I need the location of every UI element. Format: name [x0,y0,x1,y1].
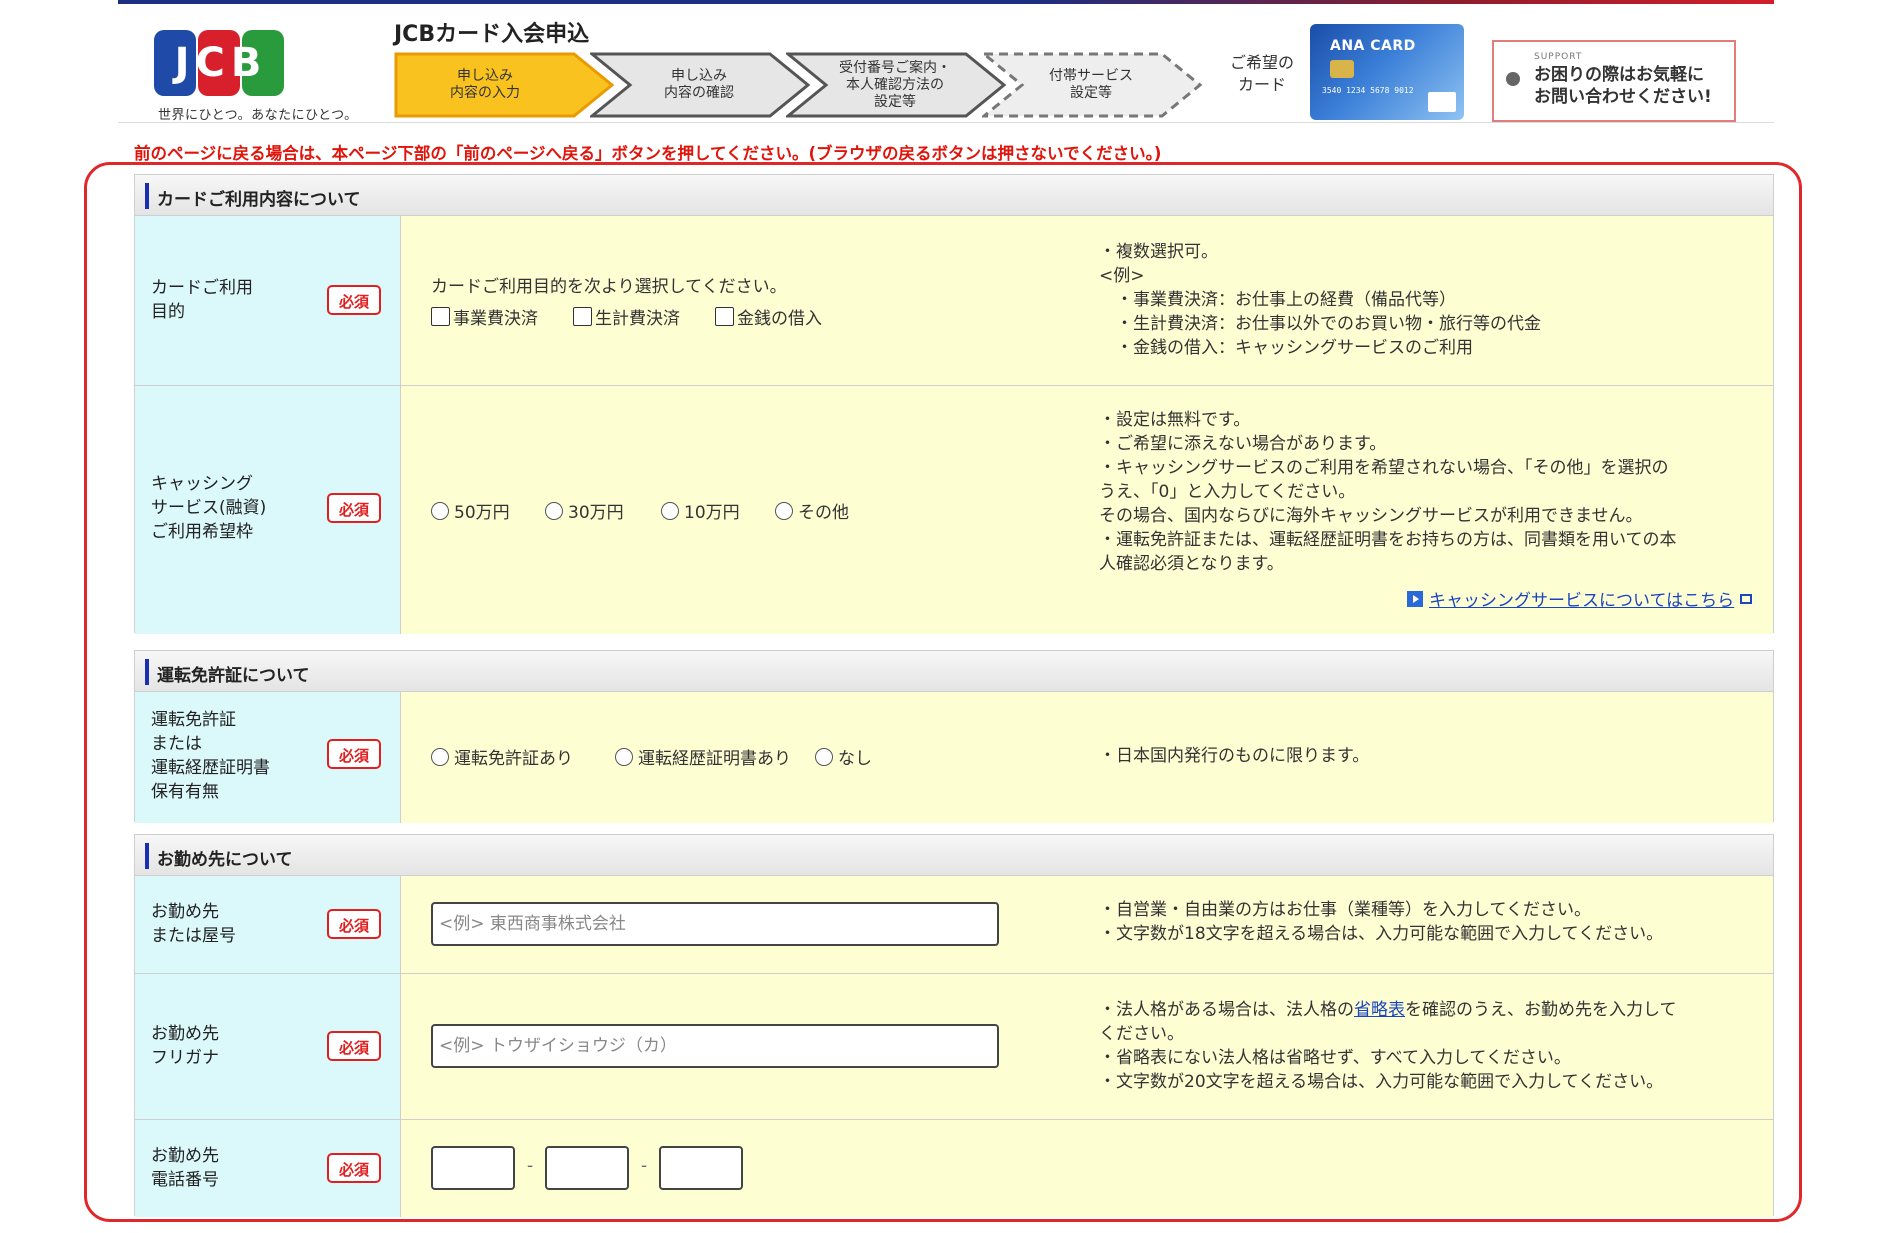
card-chip-icon [1330,60,1354,78]
row-label-cell: キャッシング サービス(融資) ご利用希望枠 必須 [135,386,401,634]
row-label-cell: カードご利用 目的 必須 [135,216,401,385]
section-title: カードご利用内容について [157,190,361,210]
row-label-cell: お勤め先 または屋号 必須 [135,876,401,973]
phone-part-1-input[interactable] [431,1146,515,1190]
step-4-label: 付帯サービス 設定等 [1049,68,1133,101]
purpose-note: ・複数選択可。 <例> ・事業費決済：お仕事上の経費（備品代等） ・生計費決済：… [1099,242,1541,358]
workplace-kana-note: ・法人格がある場合は、法人格の省略表を確認のうえ、お勤め先を入力して ください。… [1099,1000,1677,1092]
step-3-label: 受付番号ご案内・ 本人確認方法の 設定等 [839,59,951,110]
row-cashing-limit: キャッシング サービス(融資) ご利用希望枠 必須 50万円 30万円 10万円… [135,385,1773,634]
radio-300k[interactable]: 30万円 [545,498,624,523]
row-label-cell: お勤め先 フリガナ 必須 [135,974,401,1119]
row-license-ownership: 運転免許証 または 運転経歴証明書 保有有無 必須 運転免許証あり 運転経歴証明… [135,691,1773,823]
row-field-cell: 運転免許証あり 運転経歴証明書あり なし ・日本国内発行のものに限ります。 [401,692,1773,823]
checkbox-borrowing[interactable]: 金銭の借入 [715,304,822,329]
ana-card-image: ANA CARD 3540 1234 5678 9012 [1310,24,1464,120]
section-accent-bar [145,843,149,869]
section-header: お勤め先について [135,835,1773,876]
row-field-cell: ・自営業・自由業の方はお仕事（業種等）を入力してください。 ・文字数が18文字を… [401,876,1773,973]
phone-part-3-input[interactable] [659,1146,743,1190]
step-indicator: 申し込み 内容の入力 申し込み 内容の確認 受付番号ご案内・ 本人確認方法の 設… [394,52,1203,122]
section-title: 運転免許証について [157,666,310,686]
checkbox-business-expense[interactable]: 事業費決済 [431,304,538,329]
license-note: ・日本国内発行のものに限ります。 [1099,746,1370,766]
field-label: カードご利用 目的 [151,278,253,322]
radio-circle[interactable] [431,501,449,520]
tagline: 世界にひとつ。あなたにひとつ。 [158,108,358,123]
required-badge: 必須 [327,1031,381,1061]
row-field-cell: 50万円 30万円 10万円 その他 ・設定は無料です。 ・ご希望に添えない場合… [401,386,1773,634]
required-badge: 必須 [327,739,381,769]
jcb-mini-logo-icon [1428,92,1456,112]
card-number: 3540 1234 5678 9012 [1322,86,1414,95]
required-badge: 必須 [327,909,381,939]
radio-other[interactable]: その他 [775,498,849,523]
phone-part-2-input[interactable] [545,1146,629,1190]
step-2-label: 申し込み 内容の確認 [664,68,734,101]
workplace-name-note: ・自営業・自由業の方はお仕事（業種等）を入力してください。 ・文字数が18文字を… [1099,900,1664,944]
app-title: JCBカード入会申込 [394,22,590,47]
checkbox-living-expense[interactable]: 生計費決済 [573,304,680,329]
radio-none[interactable]: なし [815,744,872,769]
external-window-icon [1740,593,1753,604]
checkbox-box[interactable] [431,307,450,326]
section-card-usage: カードご利用内容について カードご利用 目的 必須 カードご利用目的を次より選択… [134,174,1774,634]
row-workplace-kana: お勤め先 フリガナ 必須 ・法人格がある場合は、法人格の省略表を確認のうえ、お勤… [135,973,1773,1119]
phone-separator: - [527,1156,534,1176]
checkbox-box[interactable] [715,307,734,326]
field-label: お勤め先 電話番号 [151,1146,219,1190]
back-notice: 前のページに戻る場合は、本ページ下部の「前のページへ戻る」ボタンを押してください… [134,144,1162,163]
radio-circle[interactable] [815,747,833,766]
support-small-label: SUPPORT [1534,52,1583,62]
section-header: 運転免許証について [135,651,1773,692]
workplace-name-input[interactable] [431,902,999,946]
checkbox-box[interactable] [573,307,592,326]
link-arrow-icon [1407,590,1423,607]
radio-circle[interactable] [545,501,563,520]
section-workplace: お勤め先について お勤め先 または屋号 必須 ・自営業・自由業の方はお仕事（業種… [134,834,1774,1217]
row-field-cell: カードご利用目的を次より選択してください。 事業費決済 生計費決済 金銭の借入 … [401,216,1773,385]
radio-100k[interactable]: 10万円 [661,498,740,523]
section-accent-bar [145,183,149,209]
required-badge: 必須 [327,1153,381,1183]
row-field-cell: - - [401,1120,1773,1217]
row-workplace-phone: お勤め先 電話番号 必須 - - [135,1119,1773,1217]
section-accent-bar [145,659,149,685]
field-label: キャッシング サービス(融資) ご利用希望枠 [151,474,267,542]
row-workplace-name: お勤め先 または屋号 必須 ・自営業・自由業の方はお仕事（業種等）を入力してくだ… [135,875,1773,973]
cashing-note: ・設定は無料です。 ・ご希望に添えない場合があります。 ・キャッシングサービスの… [1099,410,1677,574]
radio-circle[interactable] [431,747,449,766]
required-badge: 必須 [327,285,381,315]
field-label: 運転免許証 または 運転経歴証明書 保有有無 [151,710,270,802]
phone-separator: - [641,1156,648,1176]
header: JCB 世界にひとつ。あなたにひとつ。 JCBカード入会申込 申し込み 内容の入… [118,4,1774,123]
card-name: ANA CARD [1330,38,1416,54]
abbreviation-table-link[interactable]: 省略表 [1354,1000,1405,1020]
step-1-label: 申し込み 内容の入力 [450,68,520,101]
radio-circle[interactable] [661,501,679,520]
logo-text: JCB [174,40,268,86]
workplace-kana-input[interactable] [431,1024,999,1068]
support-arrow-icon [1506,72,1520,86]
row-field-cell: ・法人格がある場合は、法人格の省略表を確認のうえ、お勤め先を入力して ください。… [401,974,1773,1119]
row-card-purpose: カードご利用 目的 必須 カードご利用目的を次より選択してください。 事業費決済… [135,215,1773,385]
section-header: カードご利用内容について [135,175,1773,216]
cashing-service-link[interactable]: キャッシングサービスについてはこちら [1407,586,1753,611]
required-badge: 必須 [327,493,381,523]
row-label-cell: お勤め先 電話番号 必須 [135,1120,401,1217]
radio-circle[interactable] [615,747,633,766]
field-label: お勤め先 または屋号 [151,902,236,946]
radio-has-license[interactable]: 運転免許証あり [431,744,573,769]
radio-has-driving-record[interactable]: 運転経歴証明書あり [615,744,791,769]
support-banner[interactable]: SUPPORT お困りの際はお気軽に お問い合わせください! [1492,40,1736,122]
support-message: お困りの際はお気軽に お問い合わせください! [1534,65,1712,107]
purpose-instruction: カードご利用目的を次より選択してください。 [431,277,787,297]
section-drivers-license: 運転免許証について 運転免許証 または 運転経歴証明書 保有有無 必須 運転免許… [134,650,1774,823]
radio-500k[interactable]: 50万円 [431,498,510,523]
field-label: お勤め先 フリガナ [151,1024,219,1068]
radio-circle[interactable] [775,501,793,520]
wish-card-label: ご希望の カード [1229,53,1294,94]
section-title: お勤め先について [157,850,293,870]
row-label-cell: 運転免許証 または 運転経歴証明書 保有有無 必須 [135,692,401,823]
